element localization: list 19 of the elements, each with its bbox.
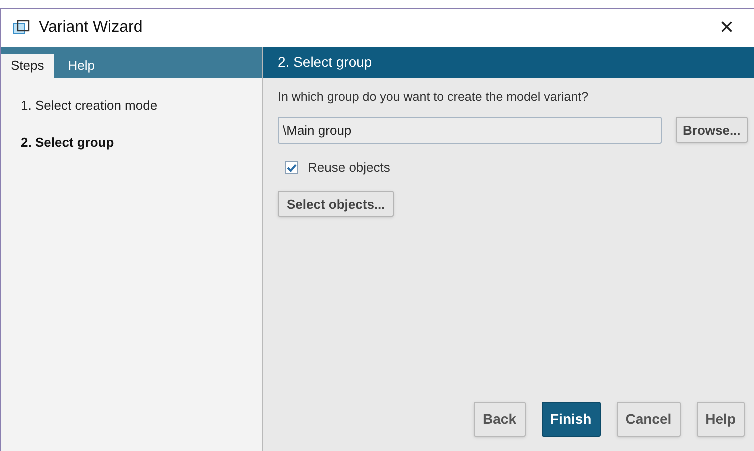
reuse-label: Reuse objects xyxy=(308,158,390,177)
tab[interactable]: Steps xyxy=(1,54,54,78)
select-objects-button[interactable]: Select objects... xyxy=(278,191,394,218)
step-item[interactable]: 1. Select creation mode xyxy=(21,96,262,116)
check-icon xyxy=(286,162,296,172)
dialog-button[interactable]: Back xyxy=(474,402,526,437)
dialog-button[interactable]: Cancel xyxy=(616,402,681,437)
step-item[interactable]: 2. Select group xyxy=(21,132,262,152)
dialog-button[interactable]: Finish xyxy=(542,402,601,437)
page-title: 2. Select group xyxy=(278,53,372,72)
question-text: In which group do you want to create the model variant? xyxy=(278,89,590,106)
close-button[interactable]: × xyxy=(712,16,742,40)
group-field[interactable]: \Main group xyxy=(278,116,662,144)
reuse-checkbox[interactable] xyxy=(285,161,298,174)
dialog-button[interactable]: Help xyxy=(696,402,745,437)
window-icon xyxy=(13,20,31,36)
tab[interactable]: Help xyxy=(54,54,109,78)
browse-button[interactable]: Browse... xyxy=(676,117,748,144)
window-title: Variant Wizard xyxy=(39,18,143,38)
